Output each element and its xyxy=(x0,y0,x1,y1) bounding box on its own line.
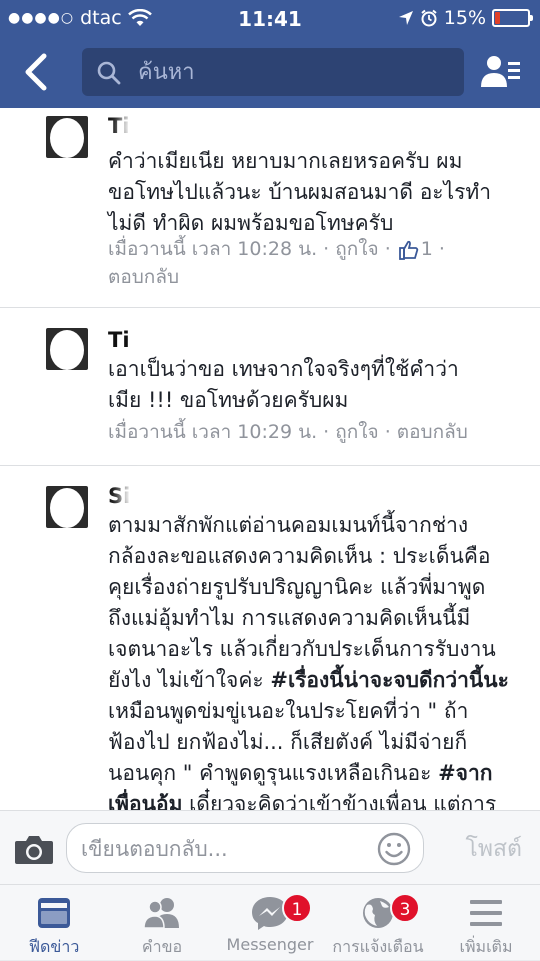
status-bar: ●●●●○ dtac 11:41 15% xyxy=(0,0,540,36)
reply-input-box[interactable] xyxy=(66,823,424,873)
thumbs-up-icon xyxy=(398,240,419,260)
reply-composer: โพสต์ xyxy=(0,810,540,884)
tab-notifications[interactable]: 3 การแจ้งเตือน xyxy=(324,885,432,961)
tab-messenger[interactable]: 1 Messenger xyxy=(216,885,324,961)
comment-item: Si ตามมาสักพักแต่อ่านคอมเมนท์นี้จากช่าง … xyxy=(0,466,540,810)
comments-feed[interactable]: Ti คำว่าเมียเนีย หยาบมากเลยหรอครับ ผม ขอ… xyxy=(0,108,540,810)
alarm-icon xyxy=(421,9,437,27)
reply-link[interactable]: ตอบกลับ xyxy=(108,263,520,291)
commenter-name[interactable]: Ti xyxy=(108,114,130,138)
battery-icon xyxy=(492,9,533,27)
news-feed-icon xyxy=(38,898,70,928)
commenter-name[interactable]: Ti xyxy=(108,328,130,352)
notification-badge: 3 xyxy=(390,893,420,923)
friends-list-icon[interactable] xyxy=(480,54,522,90)
menu-icon xyxy=(470,900,502,926)
like-count[interactable]: 1 xyxy=(421,238,433,260)
hashtag-link[interactable]: #เรื่องนี้น่าจะจบดีกว่านี้นะ xyxy=(270,668,509,692)
battery-percent: 15% xyxy=(443,7,486,29)
location-arrow-icon xyxy=(398,11,413,25)
comment-meta: เมื่อวานนี้ เวลา 10:29 น. · ถูกใจ · ตอบก… xyxy=(108,421,468,443)
navigation-bar xyxy=(0,36,540,108)
comment-text: คำว่าเมียเนีย หยาบมากเลยหรอครับ ผม ขอโทษ… xyxy=(108,149,492,235)
notification-badge: 1 xyxy=(282,893,312,923)
post-button[interactable]: โพสต์ xyxy=(466,831,523,867)
search-input[interactable] xyxy=(138,56,438,88)
comment-item: Ti คำว่าเมียเนีย หยาบมากเลยหรอครับ ผม ขอ… xyxy=(0,108,540,308)
comment-text: เอาเป็นว่าขอ เทษจากใจจริงๆที่ใช้คำว่า เม… xyxy=(108,357,459,412)
back-chevron-icon[interactable] xyxy=(18,48,58,96)
comment-meta: เมื่อวานนี้ เวลา 10:28 น. · ถูกใจ · 1 · … xyxy=(108,235,520,291)
commenter-name[interactable]: Si xyxy=(108,484,130,508)
tab-friend-requests[interactable]: คำขอ xyxy=(108,885,216,961)
hashtag-link[interactable]: #จาก xyxy=(438,761,492,785)
tab-bar: ฟีดข่าว คำขอ 1 Messenger 3 การแจ้งเตือน xyxy=(0,884,540,960)
emoji-icon[interactable] xyxy=(377,832,411,866)
tab-news-feed[interactable]: ฟีดข่าว xyxy=(0,885,108,961)
avatar[interactable] xyxy=(46,486,88,528)
comment-item: Ti เอาเป็นว่าขอ เทษจากใจจริงๆที่ใช้คำว่า… xyxy=(0,308,540,466)
search-bar[interactable] xyxy=(82,48,464,96)
comment-text: ตามมาสักพักแต่อ่านคอมเมนท์นี้จากช่าง กล้… xyxy=(108,510,516,810)
avatar[interactable] xyxy=(46,328,88,370)
search-icon xyxy=(97,61,121,85)
hashtag-link[interactable]: เพื่อนอุ้ม xyxy=(108,792,182,810)
avatar[interactable] xyxy=(46,116,88,158)
tab-more[interactable]: เพิ่มเติม xyxy=(432,885,540,961)
friend-requests-icon xyxy=(143,898,179,929)
camera-icon[interactable] xyxy=(14,833,54,865)
reply-input[interactable] xyxy=(81,834,371,864)
